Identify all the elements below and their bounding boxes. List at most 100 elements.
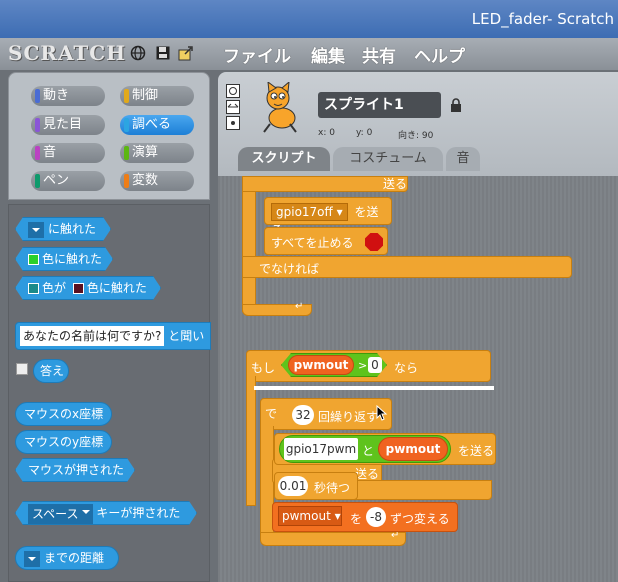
block-mouse-y[interactable]: マウスのy座標 [15, 430, 112, 454]
ask-input[interactable]: あなたの名前は何ですか? [20, 326, 165, 346]
left-panel: 動き 制御 見た目 調べる 音 演算 ペン 変数 に触れた 色に触れた 色が 色… [8, 72, 211, 582]
block-answer[interactable]: 答え [33, 359, 69, 383]
join-text-field[interactable]: gpio17pwm [284, 438, 358, 460]
category-label: 音 [43, 145, 57, 160]
sprite-direction: 向き: 90 [398, 131, 434, 141]
block-mouse-down[interactable]: マウスが押された [15, 458, 135, 482]
sprite-info-panel: スプライト1 x: 0 y: 0 向き: 90 スクリプト コスチューム 音 [218, 72, 618, 176]
category-operators[interactable]: 演算 [120, 143, 194, 163]
key-dropdown-value: スペース [32, 506, 79, 521]
if-else-block-bottom[interactable]: ↵ [242, 301, 312, 316]
category-color-swatch [124, 146, 129, 160]
menu-share[interactable]: 共有 [362, 42, 396, 67]
block-label: 送る [383, 177, 408, 191]
block-palette: に触れた 色に触れた 色が 色に触れた あなたの名前は何ですか? と聞い 答え … [8, 204, 211, 582]
join-and-label: と [362, 444, 375, 458]
wait-seconds-field[interactable]: 0.01 [278, 476, 308, 496]
color-swatch[interactable] [28, 254, 39, 265]
repeat-block-bottom[interactable]: ↵ [260, 530, 406, 546]
send-gpio17off-block[interactable]: gpio17off ▾ を送る [264, 197, 392, 237]
lock-icon[interactable] [450, 98, 462, 112]
pwmout-variable-reporter[interactable]: pwmout [288, 355, 354, 375]
category-color-swatch [124, 118, 129, 132]
block-label: に触れた [48, 222, 97, 236]
block-key-pressed[interactable]: スペース キーが押された [15, 501, 197, 525]
if-else-block-arm[interactable] [242, 176, 256, 312]
tab-costumes[interactable]: コスチューム [333, 147, 443, 171]
else-label: でなければ [259, 262, 320, 276]
drop-indicator [254, 386, 494, 390]
tab-sounds[interactable]: 音 [446, 147, 480, 171]
category-pen[interactable]: ペン [31, 171, 105, 191]
block-label: マウスが押された [28, 463, 125, 477]
category-color-swatch [124, 89, 129, 103]
color-swatch[interactable] [73, 283, 84, 294]
block-label: 色が [42, 281, 67, 295]
category-looks[interactable]: 見た目 [31, 115, 105, 135]
key-dropdown[interactable]: スペース [28, 504, 93, 524]
variable-dropdown[interactable]: pwmout ▾ [278, 506, 342, 526]
block-label: 色に触れた [86, 281, 147, 295]
block-touching[interactable]: に触れた [15, 217, 111, 241]
repeat-label: 回繰り返す [318, 410, 379, 424]
block-label: マウスのx座標 [24, 407, 104, 421]
block-label: マウスのy座標 [24, 435, 104, 449]
message-dropdown[interactable]: gpio17off ▾ [271, 203, 348, 221]
sprite-name-field[interactable]: スプライト1 [318, 92, 441, 118]
send-suffix: を送る [458, 444, 495, 458]
block-mouse-x[interactable]: マウスのx座標 [15, 402, 112, 426]
globe-icon[interactable] [130, 45, 146, 61]
category-color-swatch [35, 174, 40, 188]
pwmout-variable-reporter[interactable]: pwmout [378, 437, 448, 461]
answer-checkbox[interactable] [16, 363, 28, 375]
category-motion[interactable]: 動き [31, 86, 105, 106]
block-distance[interactable]: までの距離 [15, 546, 119, 570]
category-color-swatch [35, 89, 40, 103]
block-color-touching-color[interactable]: 色が 色に触れた [15, 276, 161, 300]
menu-help[interactable]: ヘルプ [414, 42, 465, 67]
block-touching-color[interactable]: 色に触れた [15, 247, 113, 271]
menu-bar: SCRATCH ファイル 編集 共有 ヘルプ [0, 38, 618, 70]
category-selector: 動き 制御 見た目 調べる 音 演算 ペン 変数 [8, 72, 210, 200]
block-ask[interactable]: あなたの名前は何ですか? と聞い [15, 322, 211, 350]
scripts-area[interactable]: 送る gpio17off ▾ を送る すべてを止める でなければ ↵ もし pw… [218, 176, 618, 582]
message-dropdown-value: gpio17off [276, 205, 333, 219]
dropdown-arrow-icon[interactable] [28, 222, 44, 238]
block-label-fragment: で [265, 407, 278, 421]
block-label: と聞い [168, 329, 205, 343]
tab-scripts[interactable]: スクリプト [238, 147, 330, 171]
share-icon[interactable] [178, 45, 194, 61]
save-icon[interactable] [155, 45, 171, 61]
compare-value-field[interactable]: 0 [368, 357, 382, 373]
block-label: までの距離 [44, 551, 105, 565]
category-control[interactable]: 制御 [120, 86, 194, 106]
menu-edit[interactable]: 編集 [311, 42, 345, 67]
window-title: LED_fader- Scratch [471, 10, 614, 28]
else-label-bar[interactable]: でなければ [242, 256, 572, 278]
repeat-count-field[interactable]: 32 [292, 405, 314, 425]
if-block-arm[interactable] [246, 376, 256, 506]
sprite-x: x: 0 [318, 128, 335, 138]
if-suffix: なら [394, 361, 419, 375]
block-label: 答え [40, 364, 65, 378]
sprite-cat-icon[interactable] [254, 82, 304, 134]
dropdown-arrow-icon[interactable] [24, 550, 40, 567]
change-amount-field[interactable]: -8 [366, 507, 386, 527]
color-swatch[interactable] [28, 283, 39, 294]
menu-file[interactable]: ファイル [223, 42, 291, 67]
category-label: 見た目 [43, 117, 83, 132]
send-block-partial[interactable]: 送る [242, 176, 408, 192]
change-to-label: を [350, 512, 363, 526]
return-arrow-icon: ↵ [295, 301, 304, 312]
stop-all-block[interactable]: すべてを止める [264, 227, 388, 255]
category-label: 変数 [132, 173, 159, 188]
category-sensing[interactable]: 調べる [120, 115, 194, 135]
category-sound[interactable]: 音 [31, 143, 105, 163]
wait-label: 秒待つ [314, 481, 351, 495]
block-label: キーが押された [96, 506, 181, 520]
category-color-swatch [35, 146, 40, 160]
rotation-style-icons[interactable] [226, 84, 240, 130]
category-label: ペン [43, 173, 70, 188]
category-variables[interactable]: 変数 [120, 171, 194, 191]
category-color-swatch [35, 118, 40, 132]
